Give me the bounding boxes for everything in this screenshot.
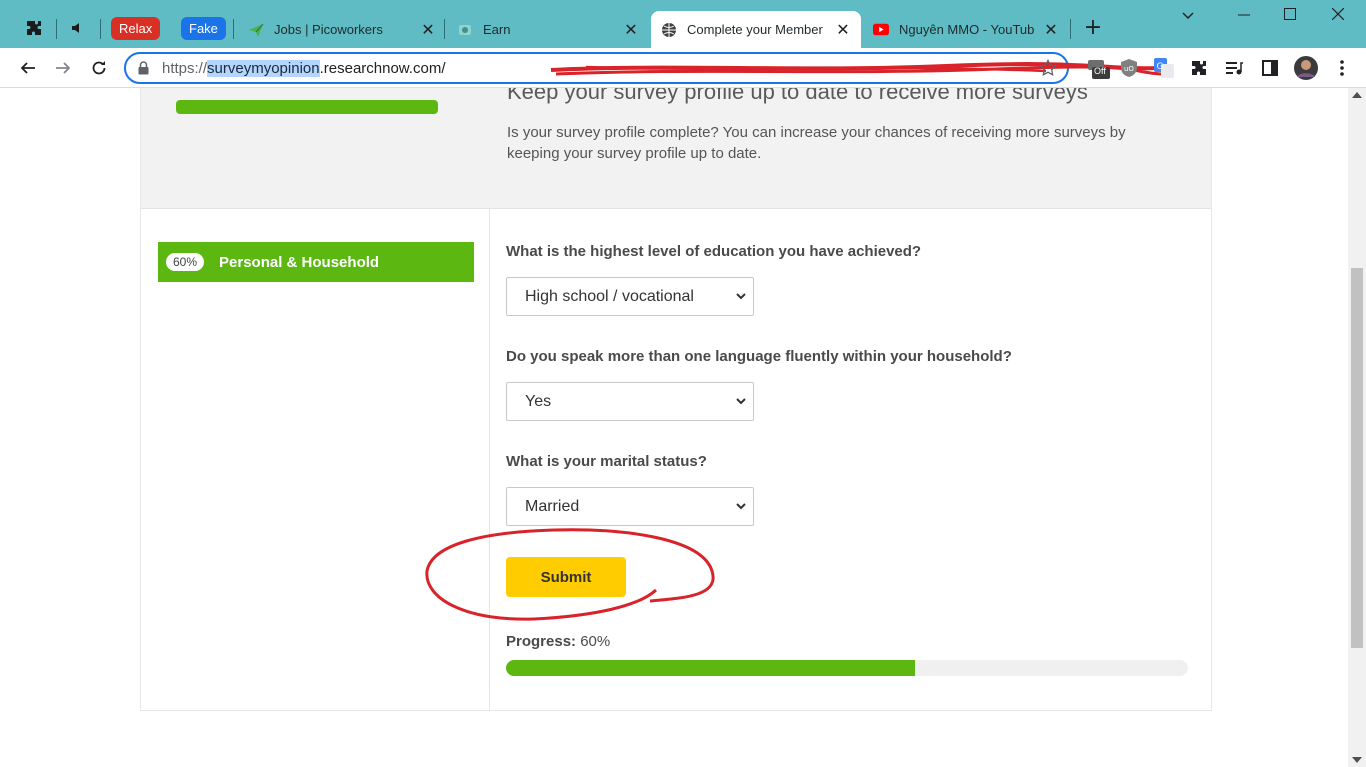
url-selected-part: surveymyopinion: [207, 59, 320, 77]
page-scrollbar[interactable]: [1348, 88, 1366, 767]
close-icon[interactable]: ✕: [420, 20, 436, 40]
tab-separator: [1070, 19, 1071, 39]
paper-plane-icon: [248, 22, 264, 38]
side-panel-icon[interactable]: [1258, 56, 1282, 80]
chevron-down-icon: [736, 293, 746, 300]
speaker-mute-icon[interactable]: [64, 14, 92, 42]
marital-status-select[interactable]: Married: [506, 487, 754, 526]
tab-separator: [444, 19, 445, 39]
more-menu-icon[interactable]: [1330, 56, 1354, 80]
address-bar[interactable]: https://surveymyopinion.researchnow.com/: [124, 52, 1162, 84]
overall-profile-bar: [176, 100, 438, 114]
tab-complete-membership[interactable]: Complete your Member ✕: [651, 11, 861, 48]
svg-text:G: G: [1157, 62, 1164, 72]
page-viewport: Keep your survey profile up to date to r…: [0, 88, 1348, 767]
bookmark-star-icon[interactable]: [1039, 58, 1057, 81]
extensions-puzzle-icon[interactable]: [20, 14, 48, 42]
question-marital-status: What is your marital status?: [506, 453, 707, 470]
section-label: Personal & Household: [219, 253, 380, 271]
tab-title: Nguyên MMO - YouTub: [899, 22, 1035, 37]
scrollbar-thumb[interactable]: [1351, 268, 1363, 648]
progress-value: 60%: [580, 633, 611, 650]
media-queue-icon[interactable]: [1222, 56, 1246, 80]
education-select[interactable]: High school / vocational: [506, 277, 754, 316]
tab-search-chevron-icon[interactable]: [1168, 8, 1208, 28]
browser-toolbar: https://surveymyopinion.researchnow.com/…: [0, 48, 1366, 88]
tab-separator: [100, 19, 101, 39]
minimize-icon[interactable]: [1224, 8, 1264, 28]
profile-banner: Keep your survey profile up to date to r…: [141, 88, 1211, 209]
back-arrow-icon[interactable]: [15, 55, 41, 81]
globe-icon: [661, 22, 677, 38]
progress-label-text: Progress:: [506, 633, 577, 650]
url-scheme: https://: [162, 59, 208, 77]
section-sidebar: 60% Personal & Household: [141, 209, 490, 710]
submit-button[interactable]: Submit: [506, 557, 626, 597]
tab-title: Complete your Member: [687, 22, 823, 37]
close-icon[interactable]: ✕: [1043, 20, 1059, 40]
forward-arrow-icon[interactable]: [50, 55, 76, 81]
window-close-icon[interactable]: [1318, 7, 1358, 28]
profile-banner-text: Is your survey profile complete? You can…: [507, 124, 1126, 162]
tab-earn[interactable]: Earn ✕: [447, 11, 649, 48]
extension-off-icon[interactable]: Off: [1086, 56, 1110, 80]
redaction-scribble: [550, 62, 1162, 76]
tab-title: Earn: [483, 22, 511, 37]
tab-strip: Relax Fake Jobs | Picoworkers ✕ Earn ✕ C…: [0, 0, 1366, 48]
education-select-value: High school / vocational: [525, 287, 694, 305]
tab-title: Jobs | Picoworkers: [274, 22, 383, 37]
tab-picoworkers[interactable]: Jobs | Picoworkers ✕: [238, 11, 446, 48]
lock-icon[interactable]: [138, 61, 152, 75]
language-select-value: Yes: [525, 392, 552, 410]
chevron-down-icon: [736, 398, 746, 405]
youtube-icon: [873, 22, 889, 38]
language-select[interactable]: Yes: [506, 382, 754, 421]
svg-text:uO: uO: [1124, 65, 1134, 73]
google-translate-icon[interactable]: G: [1152, 56, 1176, 80]
reload-icon[interactable]: [86, 55, 112, 81]
maximize-icon[interactable]: [1270, 8, 1310, 28]
progress-bar: [506, 660, 1188, 676]
ublock-shield-icon[interactable]: uO: [1117, 56, 1141, 80]
progress-bar-fill: [506, 660, 916, 676]
scroll-down-arrow-icon[interactable]: [1352, 757, 1362, 763]
profile-banner-heading: Keep your survey profile up to date to r…: [507, 88, 1088, 104]
progress-label: Progress: 60%: [506, 633, 610, 650]
new-tab-plus-icon[interactable]: +: [1080, 16, 1106, 42]
tab-group-relax[interactable]: Relax: [111, 17, 161, 40]
profile-avatar[interactable]: [1294, 56, 1318, 80]
question-education: What is the highest level of education y…: [506, 243, 922, 260]
extensions-puzzle-icon[interactable]: [1187, 56, 1211, 80]
earn-site-icon: [457, 22, 473, 38]
extension-off-badge: Off: [1094, 66, 1106, 76]
tab-separator: [233, 19, 234, 39]
close-icon[interactable]: ✕: [835, 20, 851, 40]
close-icon[interactable]: ✕: [623, 20, 639, 40]
question-languages: Do you speak more than one language flue…: [506, 348, 1012, 365]
url-text[interactable]: https://surveymyopinion.researchnow.com/: [162, 59, 446, 77]
scroll-up-arrow-icon[interactable]: [1352, 92, 1362, 98]
section-personal-household[interactable]: 60% Personal & Household: [158, 242, 474, 282]
tab-separator: [56, 19, 57, 39]
chevron-down-icon: [736, 503, 746, 510]
tab-youtube[interactable]: Nguyên MMO - YouTub ✕: [863, 11, 1069, 48]
tab-group-fake[interactable]: Fake: [181, 17, 226, 40]
marital-status-select-value: Married: [525, 497, 580, 515]
url-host-rest: .researchnow.com/: [319, 59, 446, 77]
section-percent-badge: 60%: [166, 253, 205, 271]
